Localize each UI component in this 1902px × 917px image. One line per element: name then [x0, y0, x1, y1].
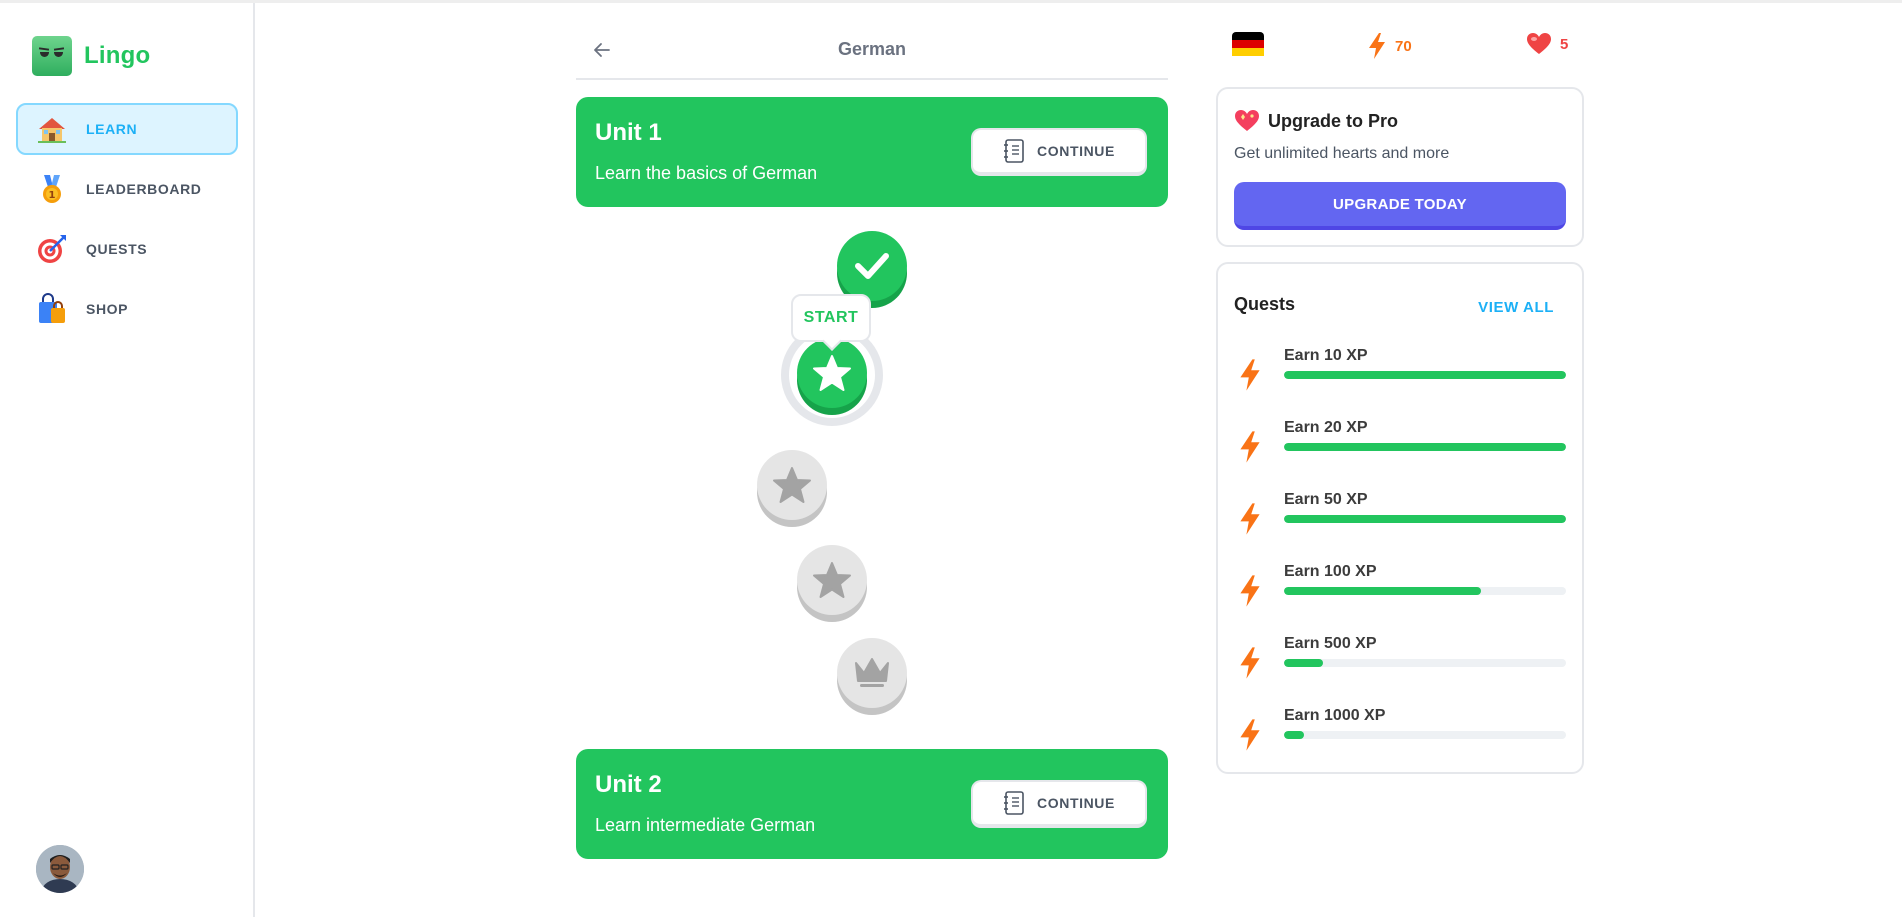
upgrade-title: Upgrade to Pro: [1234, 109, 1398, 133]
quest-item: Earn 500 XP: [1234, 635, 1566, 695]
notebook-icon: [1004, 791, 1024, 815]
upgrade-title-text: Upgrade to Pro: [1268, 110, 1399, 131]
lightning-icon: [1240, 575, 1260, 607]
star-icon: [773, 467, 811, 503]
course-header: German: [576, 28, 1168, 80]
continue-button[interactable]: CONTINUE: [971, 780, 1147, 828]
quest-item: Earn 10 XP: [1234, 347, 1566, 407]
sidebar-item-quests[interactable]: QUESTS: [16, 223, 238, 275]
continue-button[interactable]: CONTINUE: [971, 128, 1147, 176]
unit-description: Learn intermediate German: [595, 815, 816, 835]
upgrade-description: Get unlimited hearts and more: [1234, 145, 1450, 162]
quest-item: Earn 1000 XP: [1234, 707, 1566, 767]
quest-label: Earn 1000 XP: [1284, 707, 1386, 724]
shopping-bag-icon: [36, 293, 68, 325]
svg-text:1: 1: [49, 190, 56, 201]
sidebar-nav: LEARN 1 LEADERBOARD QUESTS SHOP: [16, 103, 238, 343]
logo[interactable]: Lingo: [32, 36, 150, 76]
heart-icon: [1527, 33, 1551, 54]
quest-progress-fill: [1284, 443, 1566, 451]
quest-item: Earn 100 XP: [1234, 563, 1566, 623]
quest-progress-fill: [1284, 587, 1482, 595]
medal-icon: 1: [36, 173, 68, 205]
unit-title: Unit 1: [595, 119, 662, 146]
lightning-icon: [1240, 719, 1260, 751]
sidebar-item-label: LEARN: [86, 121, 138, 137]
hearts-stat[interactable]: 5: [1526, 32, 1568, 56]
quest-item: Earn 20 XP: [1234, 419, 1566, 479]
quest-label: Earn 20 XP: [1284, 419, 1368, 436]
quest-label: Earn 10 XP: [1284, 347, 1368, 364]
quest-label: Earn 500 XP: [1284, 635, 1377, 652]
unit-banner: Unit 1 Learn the basics of German CONTIN…: [576, 97, 1168, 207]
crown-icon: [855, 658, 889, 687]
quest-progress-fill: [1284, 731, 1304, 739]
start-tooltip: START: [791, 294, 871, 342]
sidebar-item-label: LEADERBOARD: [86, 181, 202, 197]
quest-progress-bar: [1284, 371, 1566, 379]
lightning-icon: [1240, 647, 1260, 679]
sidebar-item-learn[interactable]: LEARN: [16, 103, 238, 155]
points-value: 70: [1395, 37, 1412, 55]
user-avatar[interactable]: [36, 845, 84, 893]
mascot-icon: [32, 36, 72, 76]
quest-label: Earn 50 XP: [1284, 491, 1368, 508]
target-icon: [36, 233, 68, 265]
app-name: Lingo: [84, 42, 151, 69]
quest-label: Earn 100 XP: [1284, 563, 1377, 580]
lightning-icon: [1240, 359, 1260, 391]
quest-progress-bar: [1284, 731, 1566, 739]
upgrade-button[interactable]: UPGRADE TODAY: [1234, 182, 1566, 230]
unit-description: Learn the basics of German: [595, 163, 818, 183]
quest-progress-bar: [1284, 659, 1566, 667]
sidebar-item-label: SHOP: [86, 301, 129, 317]
top-border: [0, 0, 1902, 3]
quest-progress-bar: [1284, 443, 1566, 451]
quests-title: Quests: [1234, 294, 1296, 314]
unit-banner: Unit 2 Learn intermediate German CONTINU…: [576, 749, 1168, 859]
sidebar-item-leaderboard[interactable]: 1 LEADERBOARD: [16, 163, 238, 215]
upgrade-card: Upgrade to Pro Get unlimited hearts and …: [1216, 87, 1584, 247]
star-icon: [813, 355, 851, 391]
notebook-icon: [1004, 139, 1024, 163]
points-stat[interactable]: 70: [1367, 32, 1412, 60]
lesson-locked[interactable]: [797, 545, 867, 615]
sidebar-item-shop[interactable]: SHOP: [16, 283, 238, 335]
page-title: German: [837, 39, 907, 59]
sidebar: Lingo LEARN 1 LEADERBOARD QUESTS SHOP: [0, 3, 255, 917]
view-all-link[interactable]: VIEW ALL: [1478, 299, 1554, 316]
unit-title: Unit 2: [595, 771, 662, 798]
germany-flag-icon: [1232, 32, 1264, 56]
user-stats: 70 5: [1216, 28, 1584, 68]
lightning-icon: [1240, 503, 1260, 535]
check-icon: [855, 253, 889, 279]
lesson-completed[interactable]: [837, 231, 907, 301]
quest-progress-bar: [1284, 587, 1566, 595]
heart-sparkle-icon: [1235, 110, 1259, 131]
quest-progress-fill: [1284, 659, 1324, 667]
quest-item: Earn 50 XP: [1234, 491, 1566, 551]
continue-button-label: CONTINUE: [1037, 143, 1115, 159]
quest-progress-bar: [1284, 515, 1566, 523]
star-icon: [813, 562, 851, 598]
quests-card: Quests VIEW ALL Earn 10 XP Earn 20 XP Earn…: [1216, 262, 1584, 774]
continue-button-label: CONTINUE: [1037, 795, 1115, 811]
hearts-value: 5: [1560, 35, 1569, 53]
quest-progress-fill: [1284, 371, 1566, 379]
lesson-locked-final[interactable]: [837, 638, 907, 708]
quest-progress-fill: [1284, 515, 1566, 523]
course-flag-button[interactable]: [1232, 32, 1264, 56]
sidebar-item-label: QUESTS: [86, 241, 148, 257]
lightning-icon: [1240, 431, 1260, 463]
lightning-icon: [1369, 33, 1385, 59]
lesson-locked[interactable]: [757, 450, 827, 520]
house-icon: [36, 113, 68, 145]
